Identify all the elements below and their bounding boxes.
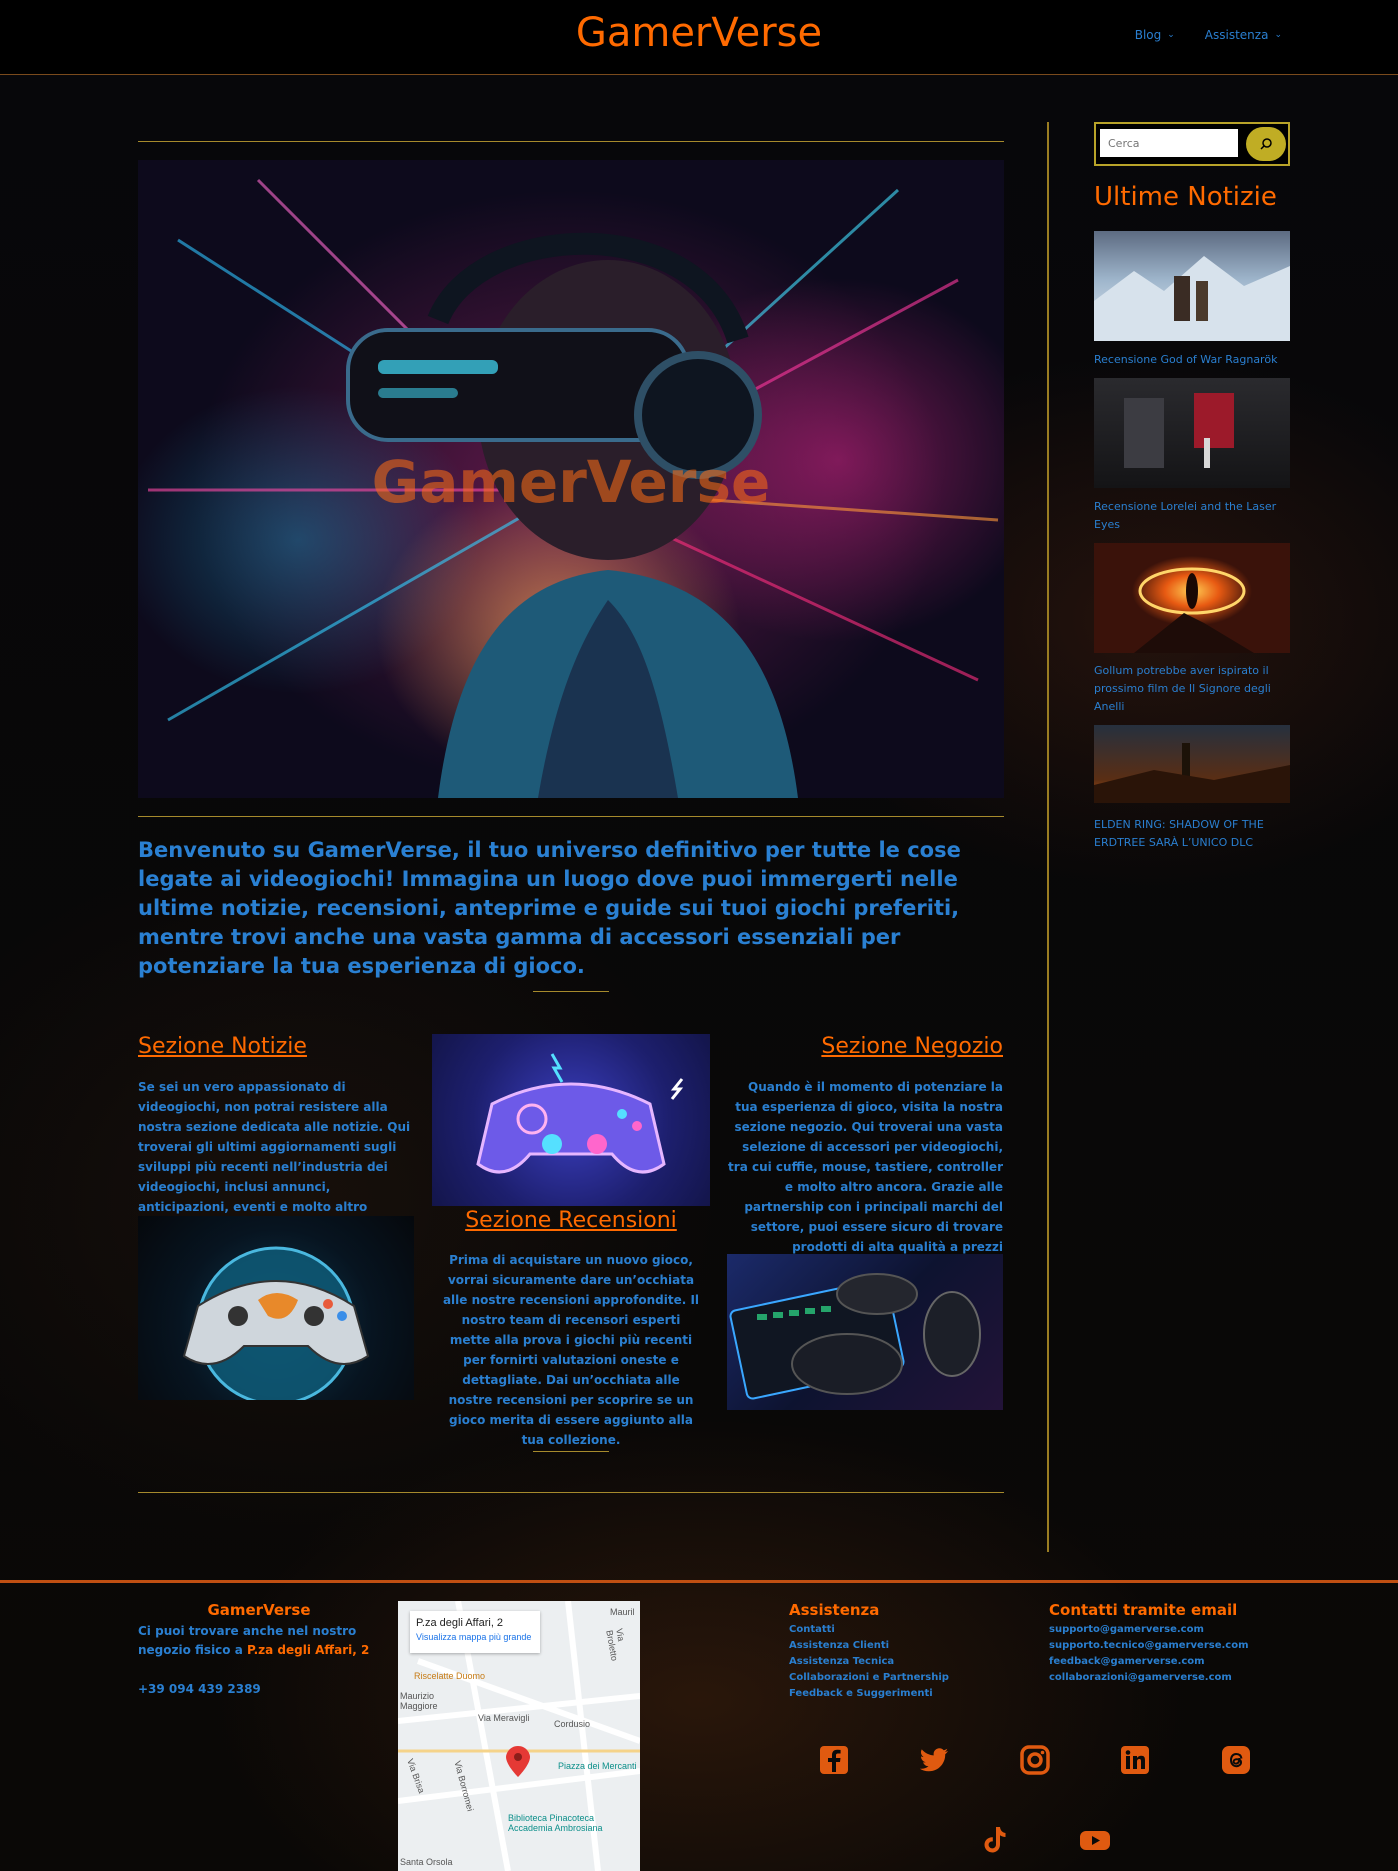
email-link[interactable]: collaborazioni@gamerverse.com bbox=[1049, 1670, 1249, 1686]
section-reviews-title[interactable]: Sezione Recensioni bbox=[432, 1208, 710, 1233]
footer-phone[interactable]: +39 094 439 2389 bbox=[138, 1680, 261, 1699]
thumbnail-art bbox=[1134, 567, 1254, 653]
twitter-icon[interactable] bbox=[918, 1744, 950, 1776]
map-label: Biblioteca Pinacoteca Accademia Ambrosia… bbox=[508, 1813, 603, 1833]
news-thumbnail-gollum[interactable] bbox=[1094, 543, 1290, 653]
divider bbox=[138, 816, 1004, 817]
map-view-larger-link[interactable]: Visualizza mappa più grande bbox=[416, 1632, 534, 1642]
chevron-down-icon: ⌄ bbox=[1274, 30, 1282, 40]
site-header: GamerVerse Blog ⌄ Assistenza ⌄ bbox=[0, 0, 1398, 75]
news-thumbnail-lorelei[interactable] bbox=[1094, 378, 1290, 488]
nav-blog-label: Blog bbox=[1134, 28, 1162, 42]
footer-brand-text: Ci puoi trovare anche nel nostro negozio… bbox=[138, 1622, 380, 1660]
divider bbox=[138, 141, 1004, 142]
short-divider bbox=[533, 991, 609, 992]
nav-blog[interactable]: Blog ⌄ bbox=[1135, 28, 1175, 42]
footer-link[interactable]: Feedback e Suggerimenti bbox=[789, 1686, 949, 1702]
footer-link[interactable]: Assistenza Tecnica bbox=[789, 1654, 949, 1670]
footer-link[interactable]: Assistenza Clienti bbox=[789, 1638, 949, 1654]
sidebar-heading: Ultime Notizie bbox=[1094, 182, 1277, 212]
shop-image bbox=[727, 1254, 1003, 1410]
email-link[interactable]: feedback@gamerverse.com bbox=[1049, 1654, 1249, 1670]
search-form bbox=[1094, 122, 1290, 166]
map-embed[interactable]: P.za degli Affari, 2 Visualizza mappa pi… bbox=[398, 1601, 640, 1871]
map-info-card: P.za degli Affari, 2 Visualizza mappa pi… bbox=[410, 1611, 540, 1653]
linkedin-icon[interactable] bbox=[1119, 1744, 1151, 1776]
hero-image: GamerVerse bbox=[138, 160, 1004, 798]
footer-brand-title: GamerVerse bbox=[207, 1601, 311, 1619]
thumbnail-art bbox=[1094, 743, 1290, 803]
footer-link[interactable]: Contatti bbox=[789, 1622, 949, 1638]
top-navigation: Blog ⌄ Assistenza ⌄ bbox=[1135, 28, 1282, 42]
youtube-icon[interactable] bbox=[1079, 1824, 1111, 1856]
facebook-icon[interactable] bbox=[818, 1744, 850, 1776]
intro-text: Benvenuto su GamerVerse, il tuo universo… bbox=[138, 838, 961, 978]
hero-caption: GamerVerse bbox=[371, 448, 771, 516]
email-link[interactable]: supporto.tecnico@gamerverse.com bbox=[1049, 1638, 1249, 1654]
sidebar-separator bbox=[1047, 122, 1049, 1552]
map-label: Mauril bbox=[610, 1607, 635, 1617]
section-shop-text: Quando è il momento di potenziare la tua… bbox=[728, 1080, 1003, 1274]
news-thumbnail-elden-ring[interactable] bbox=[1094, 725, 1290, 803]
news-item-label[interactable]: Gollum potrebbe aver ispirato il prossim… bbox=[1094, 662, 1290, 716]
footer-address[interactable]: P.za degli Affari, 2 bbox=[247, 1643, 369, 1657]
email-link[interactable]: supporto@gamerverse.com bbox=[1049, 1622, 1249, 1638]
nav-assistenza-label: Assistenza bbox=[1204, 28, 1269, 42]
thumbnail-art bbox=[1124, 393, 1234, 468]
news-item-label[interactable]: ELDEN RING: SHADOW OF THE ERDTREE SARÀ L… bbox=[1094, 816, 1290, 852]
news-item-label[interactable]: Recensione Lorelei and the Laser Eyes bbox=[1094, 498, 1290, 534]
map-place-name: P.za degli Affari, 2 bbox=[416, 1617, 504, 1629]
map-label: Maurizio Maggiore bbox=[400, 1691, 438, 1711]
footer-emails-list: supporto@gamerverse.com supporto.tecnico… bbox=[1049, 1622, 1249, 1686]
search-icon bbox=[1260, 138, 1272, 150]
search-button[interactable] bbox=[1246, 127, 1286, 161]
map-label: Piazza dei Mercanti bbox=[558, 1761, 637, 1771]
news-image bbox=[138, 1216, 414, 1400]
news-thumbnail-god-of-war[interactable] bbox=[1094, 231, 1290, 341]
chevron-down-icon: ⌄ bbox=[1167, 30, 1175, 40]
instagram-icon[interactable] bbox=[1019, 1744, 1051, 1776]
globe-controller-illustration bbox=[182, 1246, 370, 1400]
map-label: Cordusio bbox=[554, 1719, 591, 1729]
footer-divider bbox=[0, 1580, 1398, 1583]
neon-controller-illustration bbox=[476, 1053, 684, 1174]
short-divider bbox=[533, 1451, 609, 1452]
divider bbox=[138, 1492, 1004, 1493]
thumbnail-art bbox=[1094, 256, 1290, 341]
reviews-image bbox=[432, 1034, 710, 1206]
map-label: Santa Orsola bbox=[400, 1857, 453, 1867]
threads-icon[interactable] bbox=[1220, 1744, 1252, 1776]
news-item-label[interactable]: Recensione God of War Ragnarök bbox=[1094, 351, 1290, 369]
section-news-title[interactable]: Sezione Notizie bbox=[138, 1034, 307, 1059]
footer-assistance-list: Contatti Assistenza Clienti Assistenza T… bbox=[789, 1622, 949, 1702]
footer-assistance-title: Assistenza bbox=[789, 1601, 880, 1619]
search-input[interactable] bbox=[1100, 129, 1238, 157]
tiktok-icon[interactable] bbox=[978, 1824, 1010, 1856]
section-news-text: Se sei un vero appassionato di videogioc… bbox=[138, 1080, 411, 1234]
map-label: Riscelatte Duomo bbox=[414, 1671, 486, 1681]
section-reviews-text: Prima di acquistare un nuovo gioco, vorr… bbox=[442, 1253, 700, 1447]
map-label: Via Meravigli bbox=[478, 1713, 530, 1723]
footer-emails-title: Contatti tramite email bbox=[1049, 1601, 1238, 1619]
gaming-gear-illustration bbox=[729, 1273, 981, 1400]
footer-link[interactable]: Collaborazioni e Partnership bbox=[789, 1670, 949, 1686]
section-shop-title[interactable]: Sezione Negozio bbox=[727, 1034, 1003, 1059]
nav-assistenza[interactable]: Assistenza ⌄ bbox=[1205, 28, 1282, 42]
